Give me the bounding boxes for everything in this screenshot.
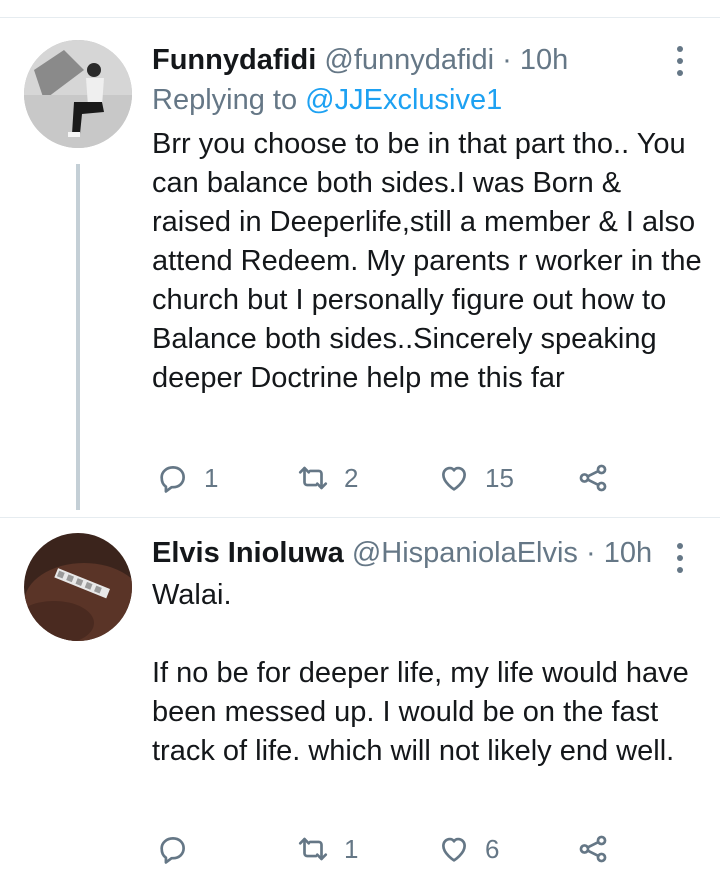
share-icon bbox=[579, 835, 607, 863]
more-vertical-icon[interactable] bbox=[669, 46, 691, 82]
like-button[interactable]: 6 bbox=[437, 829, 499, 869]
display-name[interactable]: Funnydafidi bbox=[152, 44, 316, 76]
thread-line bbox=[76, 164, 80, 510]
separator: · bbox=[502, 44, 512, 76]
share-button[interactable] bbox=[576, 458, 610, 498]
like-button[interactable]: 15 bbox=[437, 458, 514, 498]
replying-to-mention[interactable]: @JJExclusive1 bbox=[305, 84, 502, 116]
tweet-body: Brr you choose to be in that part tho.. … bbox=[152, 128, 702, 394]
tweet-text: Walai. If no be for deeper life, my life… bbox=[152, 576, 707, 771]
timestamp[interactable]: 10h bbox=[604, 537, 652, 569]
avatar[interactable] bbox=[24, 533, 132, 641]
retweet-count: 2 bbox=[344, 462, 359, 493]
tweet-actions: 1 6 bbox=[152, 829, 622, 869]
retweet-button[interactable]: 1 bbox=[296, 829, 358, 869]
replying-to: Replying to @JJExclusive1 bbox=[152, 82, 502, 118]
tweet-actions: 1 2 15 bbox=[152, 458, 622, 498]
tweet-body-line-1: Walai. bbox=[152, 579, 232, 611]
share-icon bbox=[579, 464, 607, 492]
like-count: 15 bbox=[485, 462, 514, 493]
retweet-icon bbox=[298, 466, 328, 490]
tweet-header: Elvis Inioluwa @HispaniolaElvis · 10h bbox=[152, 535, 660, 571]
retweet-count: 1 bbox=[344, 833, 359, 864]
separator: · bbox=[586, 537, 596, 569]
reply-icon bbox=[160, 837, 185, 864]
display-name[interactable]: Elvis Inioluwa bbox=[152, 537, 344, 569]
heart-icon bbox=[442, 837, 466, 862]
user-handle[interactable]: @HispaniolaElvis bbox=[352, 537, 578, 569]
retweet-button[interactable]: 2 bbox=[296, 458, 358, 498]
like-count: 6 bbox=[485, 833, 500, 864]
reply-icon bbox=[160, 466, 185, 493]
tweet-body-paragraph-2: If no be for deeper life, my life would … bbox=[152, 657, 689, 767]
timestamp[interactable]: 10h bbox=[520, 44, 568, 76]
retweet-icon bbox=[298, 837, 328, 861]
tweet-text: Brr you choose to be in that part tho.. … bbox=[152, 125, 707, 398]
reply-button[interactable] bbox=[156, 829, 204, 869]
reply-button[interactable]: 1 bbox=[156, 458, 218, 498]
replying-to-label: Replying to bbox=[152, 84, 298, 116]
tweet-divider bbox=[0, 517, 720, 518]
tweet-hispaniolaelvis[interactable]: Elvis Inioluwa @HispaniolaElvis · 10h Wa… bbox=[0, 533, 720, 883]
reply-count: 1 bbox=[204, 462, 219, 493]
avatar[interactable] bbox=[24, 40, 132, 148]
user-handle[interactable]: @funnydafidi bbox=[324, 44, 494, 76]
more-vertical-icon[interactable] bbox=[669, 543, 691, 579]
tweet-header: Funnydafidi @funnydafidi · 10h bbox=[152, 42, 660, 78]
share-button[interactable] bbox=[576, 829, 610, 869]
top-divider bbox=[0, 17, 720, 18]
heart-icon bbox=[442, 466, 466, 491]
tweet-funnydafidi[interactable]: Funnydafidi @funnydafidi · 10h Replying … bbox=[0, 40, 720, 510]
